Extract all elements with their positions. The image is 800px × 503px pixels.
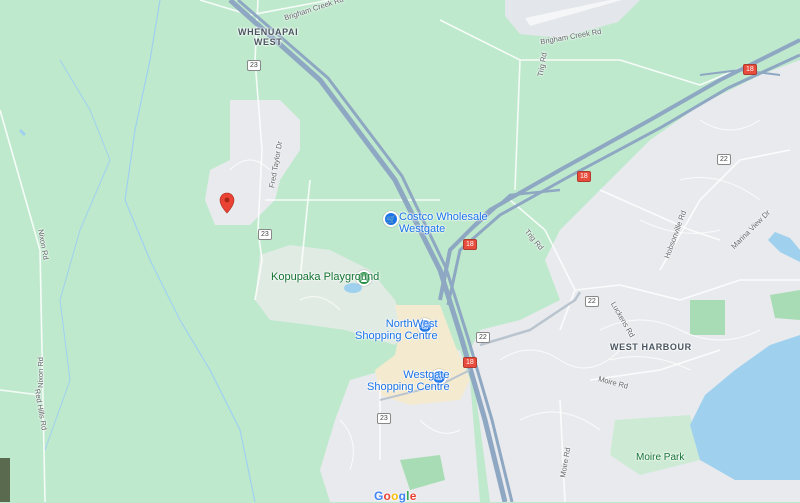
route-shield-22: 22 (585, 296, 599, 307)
map-canvas[interactable] (0, 0, 800, 502)
google-logo-letter: g (398, 489, 407, 503)
route-shield-23: 23 (247, 60, 261, 71)
route-shield-18: 18 (463, 357, 477, 368)
route-shield-18: 18 (743, 64, 757, 75)
route-shield-23: 23 (377, 413, 391, 424)
google-logo: Google (374, 489, 417, 503)
google-logo-letter: e (409, 489, 417, 503)
route-shield-22: 22 (476, 332, 490, 343)
label-northwest-shopping-centre[interactable]: NorthWest Shopping Centre (355, 318, 438, 342)
route-shield-18: 18 (463, 239, 477, 250)
label-westgate-shopping-centre[interactable]: Westgate Shopping Centre (367, 369, 450, 393)
costco-shopping-cart-icon[interactable]: 🛒 (383, 211, 399, 227)
park-patch (690, 300, 725, 335)
label-whenuapai-west: WHENUAPAI WEST (238, 27, 299, 47)
label-moire-park: Moire Park (636, 452, 685, 463)
park-patch (770, 290, 800, 320)
google-logo-letter: o (391, 489, 399, 503)
google-logo-letter: G (374, 489, 384, 503)
label-west-harbour: WEST HARBOUR (610, 342, 692, 352)
label-costco[interactable]: Costco Wholesale Westgate (399, 211, 488, 235)
label-kopupaka-playground[interactable]: Kopupaka Playground (271, 271, 379, 283)
route-shield-22: 22 (717, 154, 731, 165)
road-label-nixon-rd-bottom: Nixon Rd (35, 357, 45, 388)
street-view-thumbnail[interactable] (0, 458, 10, 502)
route-shield-23: 23 (258, 229, 272, 240)
google-logo-letter: o (383, 489, 392, 503)
route-shield-18: 18 (577, 171, 591, 182)
